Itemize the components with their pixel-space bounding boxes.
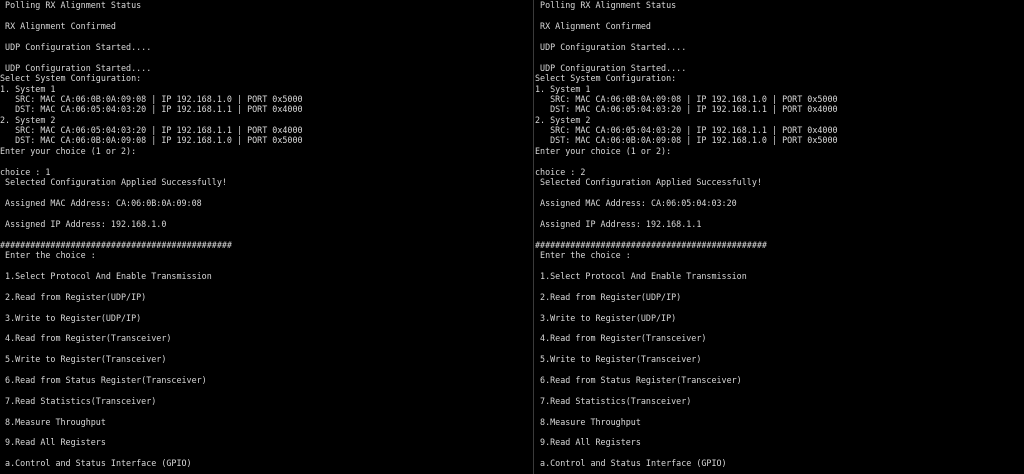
terminal-line: Enter the choice : bbox=[535, 250, 631, 260]
terminal-line: 4.Read from Register(Transceiver) bbox=[535, 333, 707, 343]
terminal-line: DST: MAC CA:06:05:04:03:20 | IP 192.168.… bbox=[0, 104, 303, 114]
terminal-line: Assigned IP Address: 192.168.1.1 bbox=[535, 219, 702, 229]
terminal-line: Assigned IP Address: 192.168.1.0 bbox=[0, 219, 167, 229]
terminal-line: Selected Configuration Applied Successfu… bbox=[535, 177, 762, 187]
terminal-line: 2.Read from Register(UDP/IP) bbox=[0, 292, 147, 302]
terminal-line: 5.Write to Register(Transceiver) bbox=[0, 354, 167, 364]
terminal-line: 6.Read from Status Register(Transceiver) bbox=[535, 375, 742, 385]
terminal-line: SRC: MAC CA:06:0B:0A:09:08 | IP 192.168.… bbox=[535, 94, 838, 104]
terminal-line: Selected Configuration Applied Successfu… bbox=[0, 177, 227, 187]
terminal-line: Enter your choice (1 or 2): bbox=[535, 146, 672, 156]
terminal-line: UDP Configuration Started.... bbox=[0, 42, 152, 52]
terminal-line: Select System Configuration: bbox=[535, 73, 677, 83]
terminal-line: UDP Configuration Started.... bbox=[535, 42, 687, 52]
terminal-line: 1.Select Protocol And Enable Transmissio… bbox=[0, 271, 212, 281]
terminal-line: 4.Read from Register(Transceiver) bbox=[0, 333, 172, 343]
terminal-line: 9.Read All Registers bbox=[535, 437, 641, 447]
terminal-line: Polling RX Alignment Status bbox=[0, 0, 142, 10]
terminal-line: 8.Measure Throughput bbox=[0, 417, 106, 427]
left-terminal-pane[interactable]: Polling RX Alignment Status RX Alignment… bbox=[0, 0, 533, 474]
terminal-line: a.Control and Status Interface (GPIO) bbox=[535, 458, 727, 468]
terminal-line: 5.Write to Register(Transceiver) bbox=[535, 354, 702, 364]
right-terminal-pane[interactable]: Polling RX Alignment Status RX Alignment… bbox=[535, 0, 1024, 474]
terminal-line: DST: MAC CA:06:05:04:03:20 | IP 192.168.… bbox=[535, 104, 838, 114]
terminal-line: choice : 2 bbox=[535, 167, 586, 177]
terminal-line: Select System Configuration: bbox=[0, 73, 142, 83]
terminal-line: 7.Read Statistics(Transceiver) bbox=[0, 396, 157, 406]
terminal-line: ########################################… bbox=[535, 240, 767, 250]
terminal-line: Assigned MAC Address: CA:06:0B:0A:09:08 bbox=[0, 198, 202, 208]
terminal-line: 2.Read from Register(UDP/IP) bbox=[535, 292, 682, 302]
terminal-line: SRC: MAC CA:06:05:04:03:20 | IP 192.168.… bbox=[0, 125, 303, 135]
terminal-line: 6.Read from Status Register(Transceiver) bbox=[0, 375, 207, 385]
terminal-line: 1. System 1 bbox=[0, 84, 56, 94]
terminal-line: RX Alignment Confirmed bbox=[535, 21, 651, 31]
terminal-line: Assigned MAC Address: CA:06:05:04:03:20 bbox=[535, 198, 737, 208]
terminal-line: 8.Measure Throughput bbox=[535, 417, 641, 427]
pane-divider[interactable] bbox=[533, 0, 534, 474]
terminal-line: a.Control and Status Interface (GPIO) bbox=[0, 458, 192, 468]
terminal-line: 3.Write to Register(UDP/IP) bbox=[535, 313, 677, 323]
terminal-line: Enter your choice (1 or 2): bbox=[0, 146, 137, 156]
terminal-line: Enter the choice : bbox=[0, 250, 96, 260]
terminal-line: 1. System 1 bbox=[535, 84, 591, 94]
terminal-line: 3.Write to Register(UDP/IP) bbox=[0, 313, 142, 323]
terminal-line: 7.Read Statistics(Transceiver) bbox=[535, 396, 692, 406]
terminal-line: 9.Read All Registers bbox=[0, 437, 106, 447]
terminal-line: DST: MAC CA:06:0B:0A:09:08 | IP 192.168.… bbox=[0, 135, 303, 145]
terminal-line: choice : 1 bbox=[0, 167, 51, 177]
terminal-line: ########################################… bbox=[0, 240, 232, 250]
terminal-line: UDP Configuration Started.... bbox=[0, 63, 152, 73]
terminal-line: 2. System 2 bbox=[535, 115, 591, 125]
terminal-line: 1.Select Protocol And Enable Transmissio… bbox=[535, 271, 747, 281]
terminal-line: UDP Configuration Started.... bbox=[535, 63, 687, 73]
terminal-line: SRC: MAC CA:06:05:04:03:20 | IP 192.168.… bbox=[535, 125, 838, 135]
terminal-line: SRC: MAC CA:06:0B:0A:09:08 | IP 192.168.… bbox=[0, 94, 303, 104]
terminal-line: RX Alignment Confirmed bbox=[0, 21, 116, 31]
terminal-line: DST: MAC CA:06:0B:0A:09:08 | IP 192.168.… bbox=[535, 135, 838, 145]
terminal-line: 2. System 2 bbox=[0, 115, 56, 125]
terminal-line: Polling RX Alignment Status bbox=[535, 0, 677, 10]
